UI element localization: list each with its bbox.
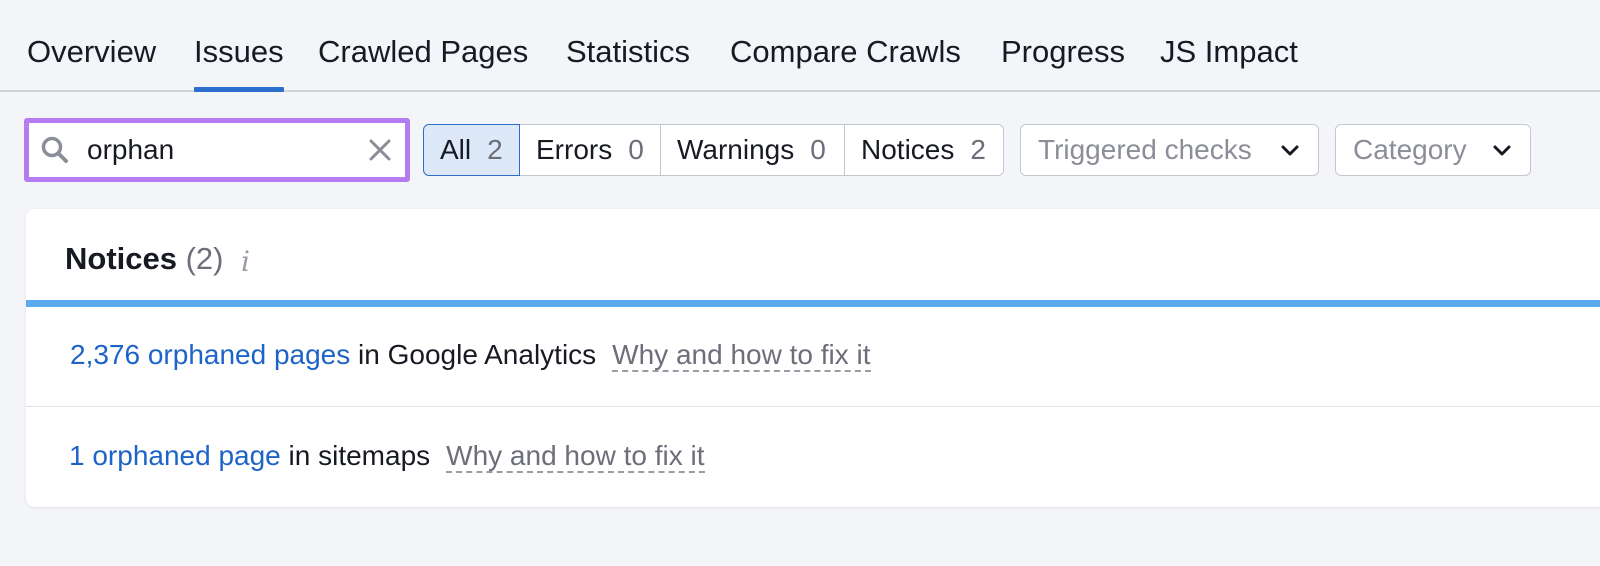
tab-js-impact[interactable]: JS Impact — [1160, 34, 1298, 70]
search-box — [24, 118, 410, 182]
info-icon[interactable]: i — [241, 245, 250, 278]
dropdown-label: Triggered checks — [1038, 134, 1252, 165]
tab-compare-crawls[interactable]: Compare Crawls — [730, 34, 961, 70]
filter-all-button[interactable]: All 2 — [423, 124, 520, 176]
chevron-down-icon — [1493, 145, 1511, 156]
issue-text: in Google Analytics — [350, 339, 597, 370]
notices-card: Notices (2) i 2,376 orphaned pages in Go… — [26, 209, 1600, 507]
issue-link[interactable]: 1 orphaned page — [69, 440, 281, 471]
triggered-checks-dropdown[interactable]: Triggered checks — [1020, 124, 1319, 176]
filter-label: All — [440, 134, 472, 165]
dropdown-label: Category — [1353, 134, 1467, 165]
issue-text: in sitemaps — [280, 440, 431, 471]
card-title-label: Notices — [65, 241, 177, 276]
filter-count: 2 — [487, 134, 503, 165]
card-title: Notices (2) — [65, 241, 224, 277]
filter-label: Errors — [536, 134, 613, 165]
why-fix-link[interactable]: Why and how to fix it — [612, 339, 871, 372]
tab-overview[interactable]: Overview — [27, 34, 156, 70]
tab-statistics[interactable]: Statistics — [566, 34, 690, 70]
chevron-down-icon — [1281, 145, 1299, 156]
filter-count: 0 — [810, 134, 826, 165]
tab-progress[interactable]: Progress — [1001, 34, 1125, 70]
filter-count: 2 — [970, 134, 986, 165]
filter-label: Notices — [861, 134, 955, 165]
filter-warnings-button[interactable]: Warnings 0 — [660, 124, 845, 176]
tab-bar: Overview Issues Crawled Pages Statistics… — [0, 0, 1600, 92]
card-title-count: (2) — [185, 241, 224, 276]
filter-errors-button[interactable]: Errors 0 — [519, 124, 661, 176]
issue-row: 1 orphaned page in sitemaps Why and how t… — [26, 408, 1600, 507]
filter-count: 0 — [628, 134, 644, 165]
close-icon[interactable] — [367, 137, 393, 163]
issue-link[interactable]: 2,376 orphaned pages — [70, 339, 350, 370]
filter-label: Warnings — [677, 134, 795, 165]
issue-row: 2,376 orphaned pages in Google Analytics… — [26, 307, 1600, 407]
filter-notices-button[interactable]: Notices 2 — [844, 124, 1004, 176]
notice-bar — [26, 300, 1600, 307]
search-input[interactable] — [87, 131, 357, 169]
tab-issues[interactable]: Issues — [194, 34, 284, 92]
search-icon — [41, 136, 68, 163]
why-fix-link[interactable]: Why and how to fix it — [446, 440, 705, 473]
tab-crawled-pages[interactable]: Crawled Pages — [318, 34, 528, 70]
category-dropdown[interactable]: Category — [1335, 124, 1531, 176]
